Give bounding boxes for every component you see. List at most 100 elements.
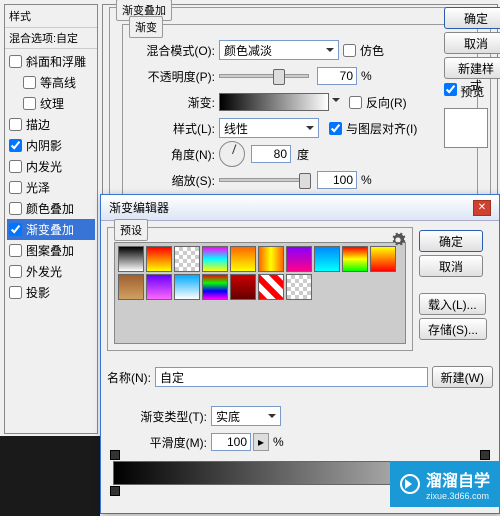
reverse-label: 反向(R) <box>366 94 407 111</box>
preset-swatch[interactable] <box>230 274 256 300</box>
preset-swatch[interactable] <box>146 246 172 272</box>
style-label: 图案叠加 <box>26 242 74 259</box>
style-item[interactable]: 内阴影 <box>7 135 95 156</box>
editor-titlebar[interactable]: 渐变编辑器 ✕ <box>101 195 499 221</box>
angle-dial[interactable] <box>219 141 245 167</box>
name-label: 名称(N): <box>107 369 151 386</box>
preset-swatch[interactable] <box>174 274 200 300</box>
style-checkbox[interactable] <box>9 139 22 152</box>
shape-select[interactable]: 线性 <box>219 118 319 138</box>
gradient-label: 渐变: <box>129 94 219 111</box>
dither-label: 仿色 <box>360 42 384 59</box>
style-checkbox[interactable] <box>23 76 36 89</box>
preset-grid[interactable] <box>114 242 406 344</box>
reverse-checkbox[interactable] <box>349 96 362 109</box>
style-checkbox[interactable] <box>23 97 36 110</box>
scale-slider[interactable] <box>219 178 309 182</box>
style-checkbox[interactable] <box>9 55 22 68</box>
opacity-input[interactable] <box>317 67 357 85</box>
ok-button[interactable]: 确定 <box>444 7 500 29</box>
new-button[interactable]: 新建(W) <box>432 366 493 388</box>
gradient-picker[interactable] <box>219 93 329 111</box>
editor-cancel-button[interactable]: 取消 <box>419 255 483 277</box>
style-item[interactable]: 渐变叠加 <box>7 219 95 240</box>
style-item[interactable]: 投影 <box>7 282 95 303</box>
styles-title: 样式 <box>5 5 97 27</box>
preset-swatch[interactable] <box>342 246 368 272</box>
editor-ok-button[interactable]: 确定 <box>419 230 483 252</box>
style-label: 斜面和浮雕 <box>26 53 86 70</box>
load-button[interactable]: 载入(L)... <box>419 293 486 315</box>
watermark: 溜溜自学 zixue.3d66.com <box>390 461 500 507</box>
style-checkbox[interactable] <box>9 286 22 299</box>
style-checkbox[interactable] <box>9 223 22 236</box>
preset-swatch[interactable] <box>286 246 312 272</box>
opacity-stop-right[interactable] <box>480 450 490 460</box>
presets-label: 预设 <box>114 219 148 241</box>
preset-swatch[interactable] <box>314 246 340 272</box>
style-checkbox[interactable] <box>9 202 22 215</box>
align-label: 与图层对齐(I) <box>346 120 417 137</box>
new-style-button[interactable]: 新建样式 <box>444 57 500 79</box>
preset-swatch[interactable] <box>202 274 228 300</box>
style-checkbox[interactable] <box>9 244 22 257</box>
style-checkbox[interactable] <box>9 265 22 278</box>
style-item[interactable]: 描边 <box>7 114 95 135</box>
preview-swatch <box>444 108 488 148</box>
style-checkbox[interactable] <box>9 160 22 173</box>
color-stop-left[interactable] <box>110 486 120 496</box>
preset-swatch[interactable] <box>146 274 172 300</box>
style-checkbox[interactable] <box>9 118 22 131</box>
inner-title: 渐变 <box>129 16 163 38</box>
style-label: 颜色叠加 <box>26 200 74 217</box>
preset-swatch[interactable] <box>258 246 284 272</box>
deg-label: 度 <box>297 146 309 163</box>
style-label: 渐变叠加 <box>26 221 74 238</box>
preset-swatch[interactable] <box>118 274 144 300</box>
style-item[interactable]: 等高线 <box>7 72 95 93</box>
preset-swatch[interactable] <box>202 246 228 272</box>
style-item[interactable]: 光泽 <box>7 177 95 198</box>
smooth-input[interactable] <box>211 433 251 451</box>
preset-swatch[interactable] <box>286 274 312 300</box>
style-checkbox[interactable] <box>9 181 22 194</box>
scale-input[interactable] <box>317 171 357 189</box>
angle-input[interactable] <box>251 145 291 163</box>
close-icon[interactable]: ✕ <box>473 200 491 216</box>
preset-swatch[interactable] <box>230 246 256 272</box>
editor-title: 渐变编辑器 <box>109 199 169 216</box>
smooth-flyout-icon[interactable]: ▸ <box>253 433 269 451</box>
blend-options-header[interactable]: 混合选项:自定 <box>5 27 97 49</box>
style-item[interactable]: 内发光 <box>7 156 95 177</box>
style-label: 投影 <box>26 284 50 301</box>
style-list: 斜面和浮雕等高线纹理描边内阴影内发光光泽颜色叠加渐变叠加图案叠加外发光投影 <box>5 49 97 305</box>
smooth-label: 平滑度(M): <box>111 434 211 451</box>
canvas-dark <box>0 436 100 516</box>
grad-type-select[interactable]: 实底 <box>211 406 281 426</box>
save-button[interactable]: 存储(S)... <box>419 318 487 340</box>
style-label: 光泽 <box>26 179 50 196</box>
cancel-button[interactable]: 取消 <box>444 32 500 54</box>
align-checkbox[interactable] <box>329 122 342 135</box>
dither-checkbox[interactable] <box>343 44 356 57</box>
play-icon <box>400 474 420 494</box>
name-input[interactable] <box>155 367 428 387</box>
preset-swatch[interactable] <box>118 246 144 272</box>
style-item[interactable]: 纹理 <box>7 93 95 114</box>
preview-checkbox[interactable] <box>444 83 457 96</box>
angle-label: 角度(N): <box>129 146 219 163</box>
style-item[interactable]: 外发光 <box>7 261 95 282</box>
preset-swatch[interactable] <box>258 274 284 300</box>
opacity-stop-left[interactable] <box>110 450 120 460</box>
preset-swatch[interactable] <box>174 246 200 272</box>
opacity-slider[interactable] <box>219 74 309 78</box>
gear-icon[interactable] <box>390 232 406 251</box>
style-label: 等高线 <box>40 74 76 91</box>
blend-mode-select[interactable]: 颜色减淡 <box>219 40 339 60</box>
style-item[interactable]: 图案叠加 <box>7 240 95 261</box>
style-item[interactable]: 斜面和浮雕 <box>7 51 95 72</box>
style-item[interactable]: 颜色叠加 <box>7 198 95 219</box>
grad-type-label: 渐变类型(T): <box>111 408 211 425</box>
style-label: 内发光 <box>26 158 62 175</box>
scale-label: 缩放(S): <box>129 172 219 189</box>
